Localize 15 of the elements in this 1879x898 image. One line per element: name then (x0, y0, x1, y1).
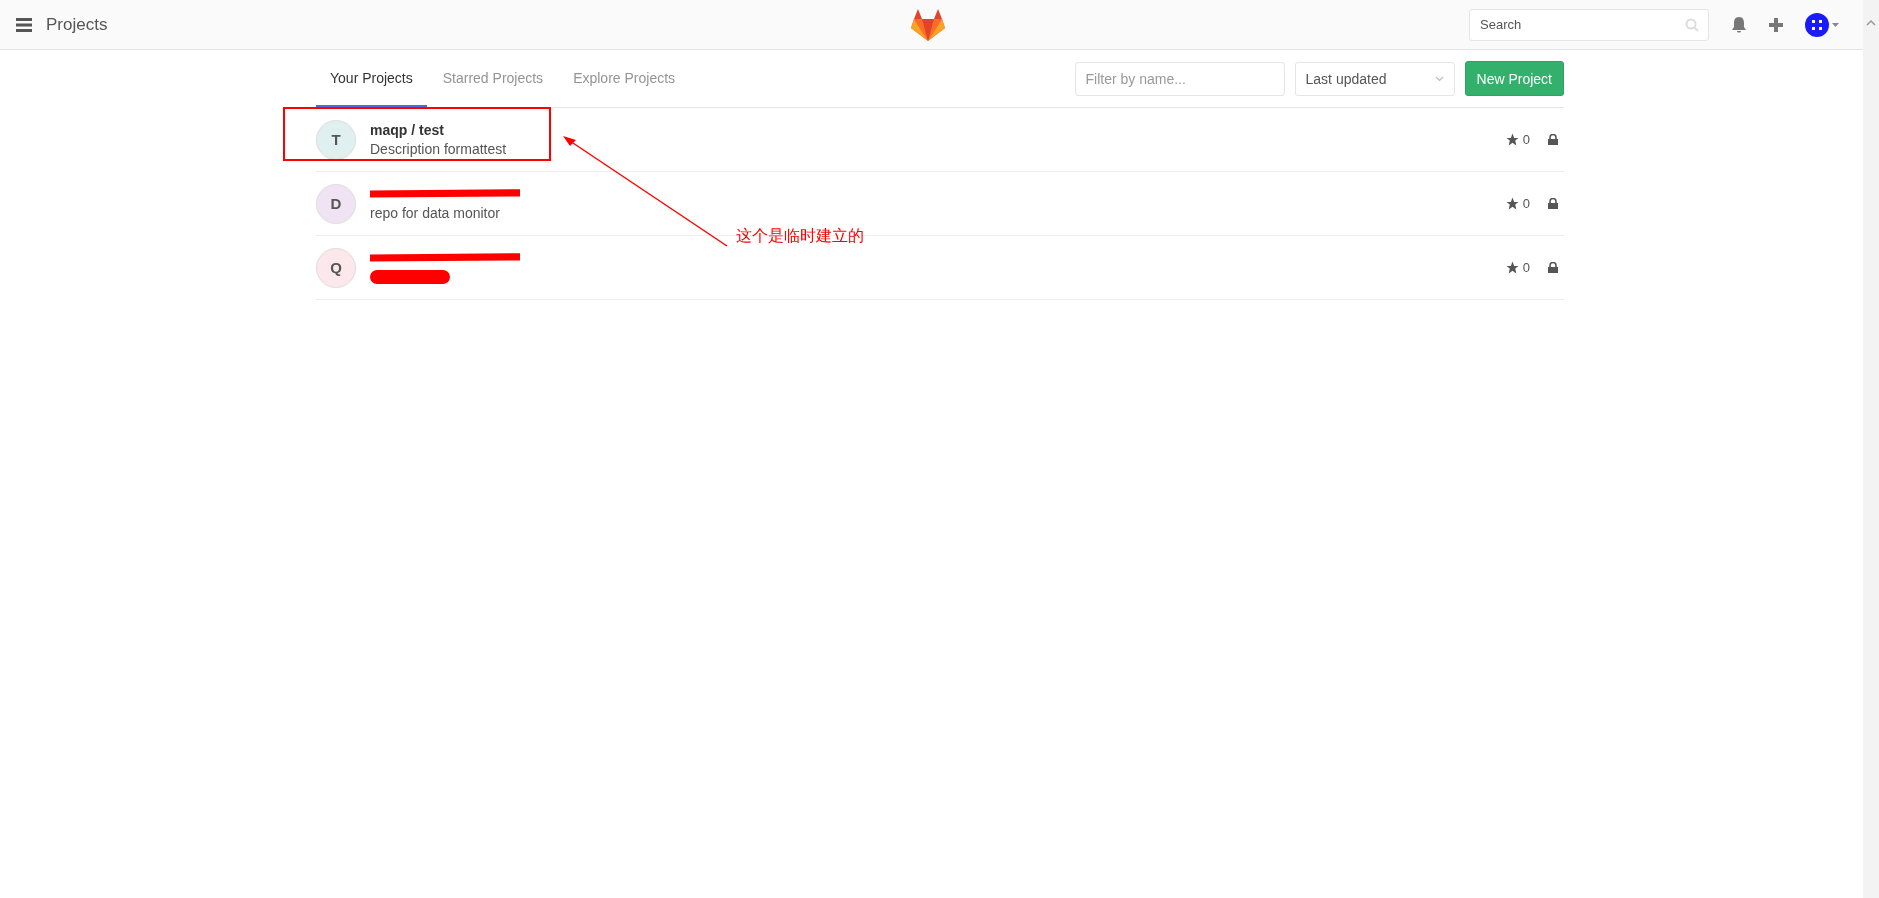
star-count: 0 (1522, 260, 1530, 275)
sort-dropdown[interactable]: Last updated (1294, 61, 1455, 96)
search-field[interactable]: Search (1469, 8, 1709, 41)
star-count: 0 (1522, 196, 1530, 211)
page-title: Projects (46, 14, 108, 35)
project-avatar: D (316, 183, 356, 224)
project-avatar: Q (316, 247, 356, 288)
project-name[interactable]: maqp / test (370, 122, 444, 138)
star-count: 0 (1522, 132, 1530, 147)
project-avatar: T (316, 119, 356, 160)
project-description: Description formattest (370, 141, 507, 157)
project-description: repo for data monitor (370, 205, 500, 221)
filter-field[interactable]: Filter by name... (1074, 61, 1285, 96)
annotation-text: 这个是临时建立的 (736, 226, 864, 247)
tab[interactable]: Your Projects (316, 50, 427, 107)
